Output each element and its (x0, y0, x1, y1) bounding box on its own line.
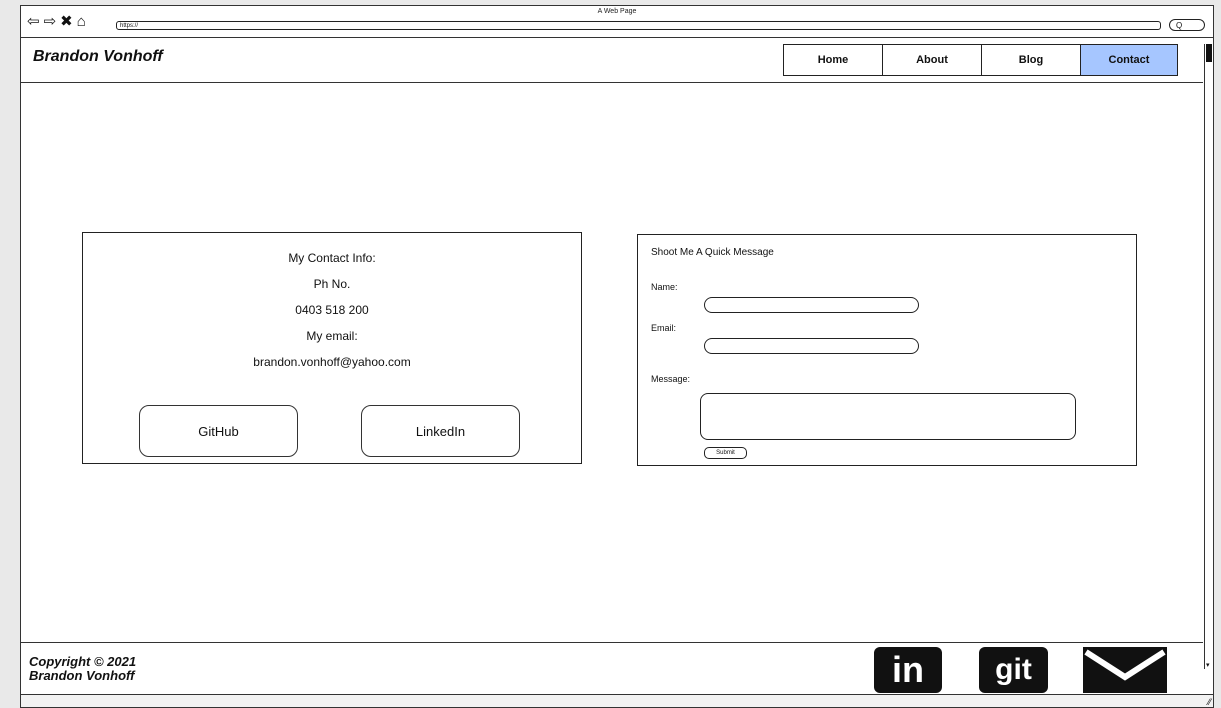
contact-info-panel: My Contact Info: Ph No. 0403 518 200 My … (82, 232, 582, 464)
browser-nav-icons: ⇦ ⇨ ✖ ⌂ (27, 14, 86, 29)
message-form: Shoot Me A Quick Message Name: Email: Me… (637, 234, 1137, 466)
nav-blog[interactable]: Blog (982, 45, 1081, 75)
phone-number: 0403 518 200 (295, 303, 369, 317)
browser-window: A Web Page ⇦ ⇨ ✖ ⌂ https:// Q Brandon Vo… (20, 5, 1214, 708)
site-header: Brandon Vonhoff Home About Blog Contact (21, 38, 1203, 83)
resize-grip-icon[interactable]: ⁄⁄ (1208, 697, 1211, 707)
email-label: My email: (306, 329, 358, 343)
horizontal-scrollbar[interactable]: ⁄⁄ (21, 694, 1213, 707)
browser-chrome: A Web Page ⇦ ⇨ ✖ ⌂ https:// Q (21, 6, 1213, 38)
copyright-owner: Brandon Vonhoff (29, 668, 135, 683)
scrollbar-thumb[interactable] (1206, 44, 1212, 62)
email-address[interactable]: brandon.vonhoff@yahoo.com (83, 349, 581, 375)
forward-arrow-icon[interactable]: ⇨ (44, 14, 57, 29)
github-button[interactable]: GitHub (139, 405, 298, 457)
back-arrow-icon[interactable]: ⇦ (27, 14, 40, 29)
email-input[interactable] (704, 338, 919, 354)
mail-icon[interactable] (1083, 647, 1167, 693)
home-icon[interactable]: ⌂ (77, 14, 86, 29)
nav-contact[interactable]: Contact (1081, 45, 1177, 75)
close-icon[interactable]: ✖ (60, 14, 73, 29)
linkedin-icon[interactable]: in (874, 647, 942, 693)
main-nav: Home About Blog Contact (783, 44, 1178, 76)
phone-label: Ph No. (313, 277, 351, 291)
name-label: Name: (651, 282, 678, 292)
copyright-line: Copyright © 2021 (29, 654, 137, 669)
nav-about[interactable]: About (883, 45, 982, 75)
site-brand[interactable]: Brandon Vonhoff (33, 48, 163, 66)
git-icon[interactable]: git (979, 647, 1048, 693)
search-icon[interactable]: Q (1169, 19, 1205, 31)
nav-home[interactable]: Home (784, 45, 883, 75)
copyright-text: Copyright © 2021 Brandon Vonhoff (29, 655, 136, 683)
scroll-down-icon[interactable]: ▾ (1206, 661, 1210, 669)
message-textarea[interactable] (700, 393, 1076, 440)
name-input[interactable] (704, 297, 919, 313)
site-footer: Copyright © 2021 Brandon Vonhoff in git (21, 642, 1203, 697)
submit-button[interactable]: Submit (704, 447, 747, 459)
form-title: Shoot Me A Quick Message (651, 247, 774, 258)
window-title: A Web Page (597, 8, 637, 15)
email-field-label: Email: (651, 323, 677, 333)
vertical-scrollbar[interactable]: ▾ (1204, 44, 1213, 669)
linkedin-button[interactable]: LinkedIn (361, 405, 520, 457)
contact-info-heading: My Contact Info: (288, 251, 376, 265)
url-bar[interactable]: https:// (116, 21, 1161, 30)
message-label: Message: (651, 374, 691, 384)
